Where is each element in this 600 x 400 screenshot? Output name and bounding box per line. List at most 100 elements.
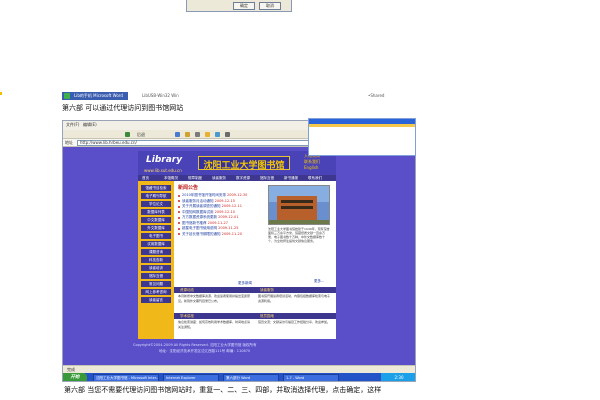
page-footer: Copyright©2004-2009 All Rights Reserved.…: [133, 343, 257, 347]
intro-more-link[interactable]: 更多...: [314, 279, 324, 284]
header-link[interactable]: English: [304, 165, 320, 171]
task-item[interactable]: Internet Explorer: [163, 374, 219, 381]
news-title[interactable]: 超星电子图书使用说明: [182, 226, 217, 230]
sidebar-item[interactable]: 中文数据库: [141, 217, 171, 223]
strip-right-text: •Shared: [368, 93, 385, 98]
previous-screenshot-strip: Lib的手机 Microsoft Word LibUSB-Win32 Win •…: [62, 92, 522, 100]
bullet-icon: [178, 233, 180, 235]
task-item[interactable]: 1-7 - Word: [283, 374, 339, 381]
taskbar-fragment: Lib的手机 Microsoft Word: [62, 92, 128, 100]
section-title: 馆员园地: [260, 314, 274, 318]
library-title: 沈阳工业大学图书馆: [203, 161, 285, 171]
nav-item[interactable]: 读者服务: [212, 176, 226, 181]
library-url: www.lib.sut.edu.cn: [144, 168, 182, 173]
news-date: 2009-12-11: [221, 204, 242, 208]
bullet-icon: [178, 205, 180, 208]
nav-item[interactable]: 联系我们: [308, 176, 322, 181]
bullet-icon: [178, 227, 180, 230]
news-date: 2009-12-01: [218, 215, 239, 219]
sidebar-item[interactable]: 读者培训: [141, 265, 171, 271]
sidebar-item[interactable]: 试用数据库: [141, 241, 171, 247]
news-date: 2009-12-30: [227, 193, 248, 197]
library-header: Library www.lib.sut.edu.cn 沈阳工业大学图书馆 入馆须…: [138, 151, 336, 175]
favorites-icon[interactable]: [205, 132, 210, 137]
task-item[interactable]: 第六部分 Word: [223, 374, 279, 381]
news-item[interactable]: 关于延长借书期限的通知 2009-11-20: [178, 232, 264, 238]
taskbar: 开始 沈阳工业大学图书馆 - Microsoft Inter... Intern…: [63, 373, 415, 381]
news-title[interactable]: 万方数据资源系统更新: [182, 215, 217, 219]
strip-middle-text: LibUSB-Win32 Win: [142, 93, 179, 98]
print-icon[interactable]: [225, 132, 230, 137]
news-title[interactable]: 读者服务月活动通知: [182, 199, 214, 203]
system-tray-clock: 2:30: [381, 373, 415, 381]
section-text: 本月新增中文数据库资源，欢迎读者使用并提出宝贵意见。新到外文期刊目录已公布。: [178, 294, 250, 303]
home-icon[interactable]: [185, 132, 190, 137]
sidebar-item[interactable]: 网上参考咨询: [141, 289, 171, 295]
sidebar-item[interactable]: 读者留言: [141, 297, 171, 303]
sidebar-item[interactable]: 电子图书: [141, 233, 171, 239]
news-date: 2009-11-27: [207, 220, 228, 225]
browser-screenshot: 文件(F) 编辑(E) 后退 地址 http://www.lib.hrbeu.e…: [62, 120, 416, 382]
sidebar-item[interactable]: 课题咨询: [141, 249, 171, 255]
news-more-link[interactable]: 更多新闻: [238, 281, 252, 286]
sidebar-item[interactable]: 学位论文: [141, 201, 171, 207]
floating-window-bar: [309, 124, 415, 127]
library-sidebar: 馆藏书目检索 电子期刊导航 学位论文 数据库列表 中文数据库 外文数据库 电子图…: [138, 181, 174, 339]
section-band: 学术讲座 馆员园地: [174, 313, 336, 319]
bullet-icon: [178, 216, 180, 219]
app-icon: [64, 93, 70, 99]
sidebar-item[interactable]: 数据库列表: [141, 209, 171, 215]
task-item[interactable]: 沈阳工业大学图书馆 - Microsoft Inter...: [93, 374, 159, 381]
section-title: 资源动态: [180, 288, 194, 292]
bullet-icon: [178, 194, 180, 197]
caption-part6-bottom: 第六部 当您不需要代理访问图书馆网站时，重复一、二、三、四部，并取消选择代理，点…: [64, 386, 382, 394]
bullet-icon: [178, 222, 180, 224]
nav-item[interactable]: 数字资源: [236, 176, 250, 181]
bullet-icon: [178, 200, 180, 202]
refresh-icon[interactable]: [175, 132, 180, 137]
bullet-icon: [178, 211, 180, 213]
back-icon[interactable]: [125, 132, 130, 137]
sidebar-item[interactable]: 外文数据库: [141, 225, 171, 231]
nav-item[interactable]: 规章制度: [188, 176, 202, 181]
floating-window: [308, 118, 416, 156]
cancel-button[interactable]: 取消: [259, 2, 281, 10]
menu-edit[interactable]: 编辑(E): [83, 122, 97, 128]
page-content: Library www.lib.sut.edu.cn 沈阳工业大学图书馆 入馆须…: [63, 147, 415, 365]
news-title[interactable]: 图书馆新书推荐: [182, 221, 207, 225]
nav-item[interactable]: 新书通报: [284, 176, 298, 181]
sidebar-item[interactable]: 馆藏书目检索: [141, 185, 171, 191]
sidebar-item[interactable]: 电子期刊导航: [141, 193, 171, 199]
news-title[interactable]: 关于延长借书期限的通知: [182, 232, 221, 236]
start-button[interactable]: 开始: [63, 373, 87, 381]
edge-marker: [0, 92, 2, 95]
section-text: 馆员交流：文献采访与编目工作经验分享，欢迎参加。: [258, 320, 330, 324]
section-title: 学术讲座: [180, 314, 194, 318]
news-title[interactable]: 2010年图书馆开馆时间安排: [182, 193, 226, 197]
strip-title: Lib的手机 Microsoft Word: [74, 93, 123, 98]
section-band: 资源动态 读者服务: [174, 287, 336, 293]
news-title[interactable]: 中国知网数据库试用: [182, 210, 214, 214]
history-icon[interactable]: [215, 132, 220, 137]
sidebar-item[interactable]: 科技查新: [141, 257, 171, 263]
library-intro: 沈阳工业大学图书馆始建于1949年，现有馆舍面积三万余平方米，馆藏纸质文献一百余…: [268, 227, 330, 243]
sidebar-item[interactable]: 馆际互借: [141, 273, 171, 279]
sidebar-item[interactable]: 常见问题: [141, 281, 171, 287]
library-building-photo: [268, 185, 330, 225]
news-title[interactable]: 关于开展读者调查的通知: [182, 204, 221, 208]
news-date: 2009-11-25: [218, 226, 239, 230]
section-title: 读者服务: [260, 288, 274, 292]
ok-button[interactable]: 确定: [233, 2, 255, 10]
back-label[interactable]: 后退: [137, 132, 145, 138]
address-label: 地址: [65, 140, 73, 145]
news-heading: 新闻公告: [178, 185, 199, 191]
nav-item[interactable]: 馆际互借: [260, 176, 274, 181]
page-footer: 地址：沈阳经济技术开发区沈辽西路111号 邮编：110870: [159, 349, 251, 353]
menu-file[interactable]: 文件(F): [66, 122, 79, 128]
search-icon[interactable]: [195, 132, 200, 137]
library-logo[interactable]: Library: [146, 155, 182, 165]
photo-window: [281, 206, 313, 209]
section-text: 图书馆开展读者培训活动，内容包括数据库检索与电子资源利用。: [258, 294, 330, 303]
photo-window: [281, 200, 313, 203]
status-bar: 完成: [63, 365, 415, 373]
